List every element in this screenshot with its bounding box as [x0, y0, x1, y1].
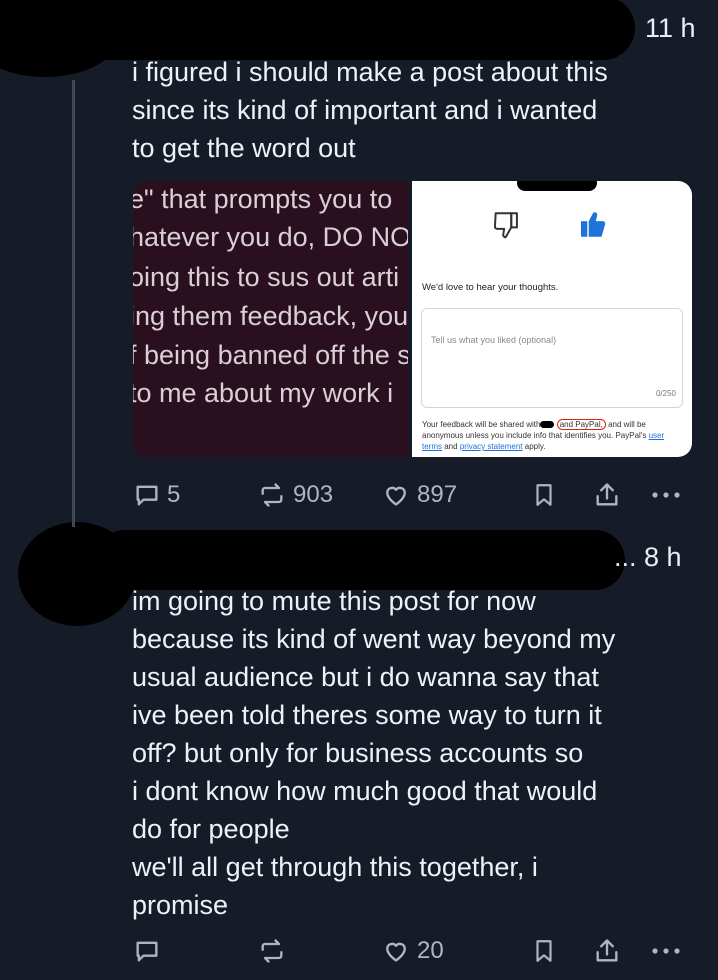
heart-icon: [381, 481, 411, 509]
post-1-image-right[interactable]: We'd love to hear your thoughts. Tell us…: [412, 181, 692, 457]
reply-icon: [133, 937, 161, 965]
feedback-prompt: We'd love to hear your thoughts.: [422, 282, 559, 293]
post-2-line: off? but only for business accounts so: [132, 738, 584, 768]
like-count: 20: [417, 937, 444, 964]
like-button[interactable]: 20: [381, 934, 444, 968]
share-icon: [593, 937, 621, 965]
post-2-line: because its kind of went way beyond my: [132, 624, 616, 654]
post-2-timestamp: ... 8 h: [614, 542, 682, 572]
share-icon: [593, 481, 621, 509]
post-1-action-bar: 5 903 897: [133, 478, 693, 512]
post-1-text: i figured i should make a post about thi…: [132, 53, 608, 167]
post-2-line: ive been told theres some way to turn it: [132, 700, 602, 730]
reply-count: 5: [167, 481, 181, 508]
bookmark-button[interactable]: [531, 934, 557, 968]
bookmark-icon: [531, 481, 557, 509]
privacy-statement-link: privacy statement: [459, 442, 523, 451]
disclaimer-circled-paypal: and PayPal,: [556, 419, 606, 430]
image-text-line: to me about my work i: [133, 378, 394, 408]
feedback-placeholder: Tell us what you liked (optional): [431, 335, 557, 345]
reply-button[interactable]: 5: [133, 478, 180, 512]
repost-button[interactable]: 903: [257, 478, 333, 512]
image-text-line: ing them feedback, you: [133, 301, 408, 331]
image-text-line: oing this to sus out arti: [133, 262, 400, 292]
post-1-timestamp: 11 h: [645, 13, 696, 43]
post-2-line: promise: [132, 890, 229, 920]
reply-icon: [133, 481, 161, 509]
post-2-line: im going to mute this post for now: [132, 586, 536, 616]
repost-icon: [257, 481, 287, 509]
redacted-scribble: [517, 181, 597, 191]
repost-icon: [257, 937, 287, 965]
post-2-line: usual audience but i do wanna say that: [132, 662, 599, 692]
repost-count: 903: [293, 481, 334, 508]
bookmark-icon: [531, 937, 557, 965]
post-1-line: i figured i should make a post about thi…: [132, 57, 608, 87]
feedback-textarea: Tell us what you liked (optional) 0/250: [421, 308, 683, 408]
thread-connector: [72, 80, 75, 527]
more-icon: [649, 937, 683, 965]
share-button[interactable]: [593, 478, 621, 512]
image-text-line: f being banned off the s: [133, 340, 408, 370]
image-text-line: hatever you do, DO NO: [133, 222, 408, 252]
redacted-company: [540, 421, 555, 429]
post-2-line: we'll all get through this together, i: [132, 852, 538, 882]
image-text-line: e" that prompts you to: [133, 184, 393, 214]
disclaimer-text: Your feedback will be shared with: [422, 420, 541, 429]
bookmark-button[interactable]: [531, 478, 557, 512]
share-button[interactable]: [593, 934, 621, 968]
post-2-line: do for people: [132, 814, 290, 844]
post-2-line: i dont know how much good that would: [132, 776, 598, 806]
more-icon: [649, 481, 683, 509]
thumbs-up-icon: [576, 207, 610, 246]
like-button[interactable]: 897: [381, 478, 457, 512]
post-1-line: to get the word out: [132, 133, 356, 163]
like-count: 897: [417, 481, 458, 508]
disclaimer-text: apply.: [524, 442, 546, 451]
heart-icon: [381, 937, 411, 965]
post-1-image-left[interactable]: e" that prompts you to hatever you do, D…: [133, 181, 408, 457]
more-options-button[interactable]: [649, 478, 683, 512]
redacted-name-2: [95, 530, 625, 590]
post-2-action-bar: 20: [133, 934, 693, 968]
post-1-line: since its kind of important and i wanted: [132, 95, 598, 125]
feedback-char-count: 0/250: [655, 389, 676, 398]
feedback-disclaimer: Your feedback will be shared with and Pa…: [422, 419, 684, 452]
disclaimer-text: and: [444, 442, 458, 451]
thumbs-down-icon: [490, 209, 524, 248]
more-options-button[interactable]: [649, 934, 683, 968]
reply-button[interactable]: [133, 934, 167, 968]
repost-button[interactable]: [257, 934, 293, 968]
post-2-text: im going to mute this post for now becau…: [132, 582, 615, 924]
redacted-name-1: [60, 0, 635, 60]
